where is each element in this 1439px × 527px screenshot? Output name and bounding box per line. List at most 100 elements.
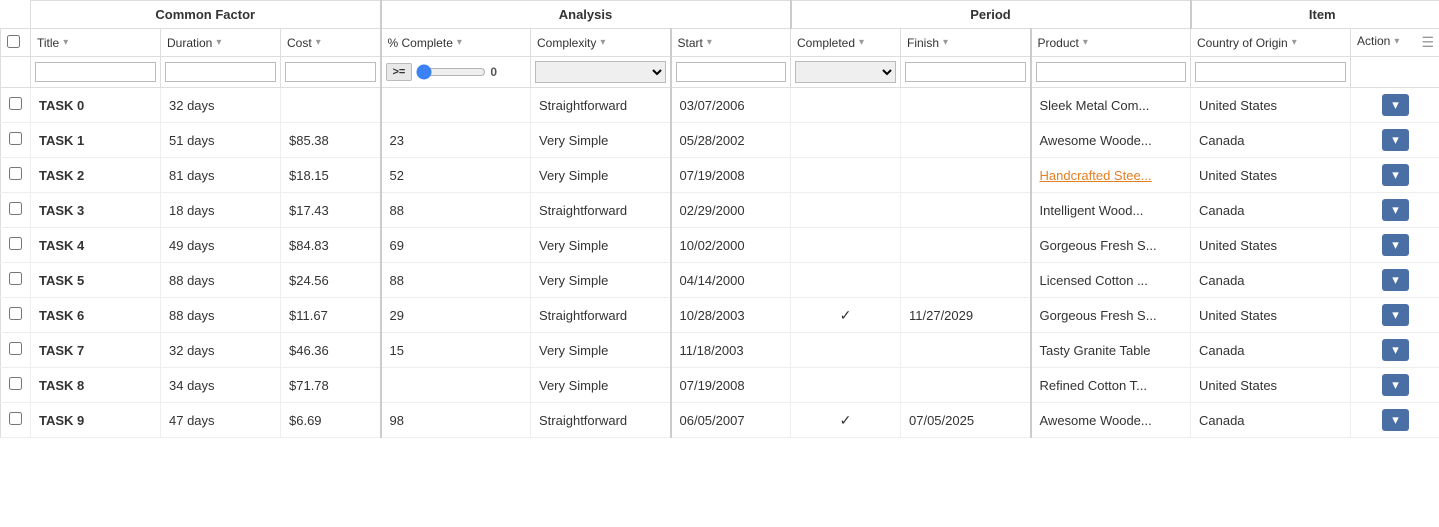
- header-duration[interactable]: Duration ▾: [161, 29, 281, 57]
- row-checkbox-7[interactable]: [9, 342, 22, 355]
- header-finish[interactable]: Finish ▾: [901, 29, 1031, 57]
- complexity-sort-icon: ▾: [600, 37, 605, 48]
- start-sort-icon: ▾: [707, 37, 712, 48]
- row-checkbox-0[interactable]: [9, 97, 22, 110]
- row-checkbox-9[interactable]: [9, 412, 22, 425]
- filter-country-input[interactable]: [1195, 62, 1346, 82]
- header-complexity[interactable]: Complexity ▾: [531, 29, 671, 57]
- row-product-8: Refined Cotton T...: [1031, 368, 1191, 403]
- row-action-btn-2[interactable]: ▾: [1382, 164, 1409, 186]
- filter-completed-select[interactable]: ✓: [795, 61, 896, 83]
- row-action-btn-7[interactable]: ▾: [1382, 339, 1409, 361]
- row-completed-5: [791, 263, 901, 298]
- row-action-btn-4[interactable]: ▾: [1382, 234, 1409, 256]
- filter-duration-input[interactable]: [165, 62, 276, 82]
- action-sort-icon: ▾: [1394, 36, 1399, 47]
- row-checkbox-6[interactable]: [9, 307, 22, 320]
- pct-complete-sort[interactable]: % Complete ▾: [388, 36, 462, 50]
- row-start-3: 02/29/2000: [671, 193, 791, 228]
- common-factor-group: Common Factor: [31, 1, 381, 29]
- table-row: TASK 8 34 days $71.78 Very Simple 07/19/…: [1, 368, 1439, 403]
- product-sort[interactable]: Product ▾: [1038, 36, 1088, 50]
- row-action-cell-1: ▾: [1351, 123, 1439, 158]
- row-action-btn-1[interactable]: ▾: [1382, 129, 1409, 151]
- row-action-btn-6[interactable]: ▾: [1382, 304, 1409, 326]
- row-country-0: United States: [1191, 88, 1351, 123]
- column-menu-icon[interactable]: ☰: [1421, 34, 1434, 51]
- completed-sort[interactable]: Completed ▾: [797, 36, 864, 50]
- filter-duration-cell: [161, 57, 281, 88]
- row-cost-1: $85.38: [281, 123, 381, 158]
- pct-complete-slider[interactable]: [416, 64, 486, 80]
- row-checkbox-3[interactable]: [9, 202, 22, 215]
- row-action-btn-5[interactable]: ▾: [1382, 269, 1409, 291]
- header-start[interactable]: Start ▾: [671, 29, 791, 57]
- row-complexity-0: Straightforward: [531, 88, 671, 123]
- row-duration-4: 49 days: [161, 228, 281, 263]
- row-checkbox-4[interactable]: [9, 237, 22, 250]
- row-start-0: 03/07/2006: [671, 88, 791, 123]
- complexity-sort[interactable]: Complexity ▾: [537, 36, 605, 50]
- row-country-4: United States: [1191, 228, 1351, 263]
- filter-finish-input[interactable]: [905, 62, 1026, 82]
- row-product-9: Awesome Woode...: [1031, 403, 1191, 438]
- row-title-9: TASK 9: [31, 403, 161, 438]
- header-cost[interactable]: Cost ▾: [281, 29, 381, 57]
- row-completed-4: [791, 228, 901, 263]
- row-checkbox-8[interactable]: [9, 377, 22, 390]
- pct-complete-operator[interactable]: >=: [386, 63, 413, 81]
- row-product-2[interactable]: Handcrafted Stee...: [1031, 158, 1191, 193]
- row-checkbox-5[interactable]: [9, 272, 22, 285]
- filter-product-input[interactable]: [1036, 62, 1187, 82]
- row-finish-7: [901, 333, 1031, 368]
- finish-sort[interactable]: Finish ▾: [907, 36, 948, 50]
- row-finish-8: [901, 368, 1031, 403]
- row-complexity-6: Straightforward: [531, 298, 671, 333]
- row-finish-3: [901, 193, 1031, 228]
- cost-sort[interactable]: Cost ▾: [287, 36, 321, 50]
- row-country-6: United States: [1191, 298, 1351, 333]
- row-action-btn-8[interactable]: ▾: [1382, 374, 1409, 396]
- row-completed-0: [791, 88, 901, 123]
- header-action[interactable]: Action ▾ ☰: [1351, 29, 1439, 57]
- filter-completed-cell: ✓: [791, 57, 901, 88]
- filter-cost-input[interactable]: [285, 62, 376, 82]
- header-country[interactable]: Country of Origin ▾: [1191, 29, 1351, 57]
- select-all-checkbox[interactable]: [7, 35, 20, 48]
- row-finish-9: 07/05/2025: [901, 403, 1031, 438]
- row-action-cell-9: ▾: [1351, 403, 1439, 438]
- row-country-2: United States: [1191, 158, 1351, 193]
- row-finish-6: 11/27/2029: [901, 298, 1031, 333]
- row-title-8: TASK 8: [31, 368, 161, 403]
- filter-start-input[interactable]: [676, 62, 787, 82]
- header-title[interactable]: Title ▾: [31, 29, 161, 57]
- row-start-2: 07/19/2008: [671, 158, 791, 193]
- filter-pct-complete-cell: >= 0: [381, 57, 531, 88]
- row-action-btn-9[interactable]: ▾: [1382, 409, 1409, 431]
- header-pct-complete[interactable]: % Complete ▾: [381, 29, 531, 57]
- title-sort[interactable]: Title ▾: [37, 36, 68, 50]
- action-sort[interactable]: Action ▾: [1357, 34, 1399, 48]
- filter-complexity-select[interactable]: Very Simple Straightforward: [535, 61, 666, 83]
- row-action-cell-6: ▾: [1351, 298, 1439, 333]
- filter-title-input[interactable]: [35, 62, 156, 82]
- header-product[interactable]: Product ▾: [1031, 29, 1191, 57]
- row-product-4: Gorgeous Fresh S...: [1031, 228, 1191, 263]
- row-checkbox-1[interactable]: [9, 132, 22, 145]
- table-row: TASK 9 47 days $6.69 98 Straightforward …: [1, 403, 1439, 438]
- row-cost-4: $84.83: [281, 228, 381, 263]
- row-product-7: Tasty Granite Table: [1031, 333, 1191, 368]
- row-title-2: TASK 2: [31, 158, 161, 193]
- row-action-btn-0[interactable]: ▾: [1382, 94, 1409, 116]
- country-sort[interactable]: Country of Origin ▾: [1197, 36, 1297, 50]
- duration-sort[interactable]: Duration ▾: [167, 36, 221, 50]
- row-action-btn-3[interactable]: ▾: [1382, 199, 1409, 221]
- row-checkbox-2[interactable]: [9, 167, 22, 180]
- start-sort[interactable]: Start ▾: [678, 36, 712, 50]
- header-completed[interactable]: Completed ▾: [791, 29, 901, 57]
- row-title-7: TASK 7: [31, 333, 161, 368]
- row-finish-5: [901, 263, 1031, 298]
- row-duration-6: 88 days: [161, 298, 281, 333]
- row-action-cell-7: ▾: [1351, 333, 1439, 368]
- row-completed-6: ✓: [791, 298, 901, 333]
